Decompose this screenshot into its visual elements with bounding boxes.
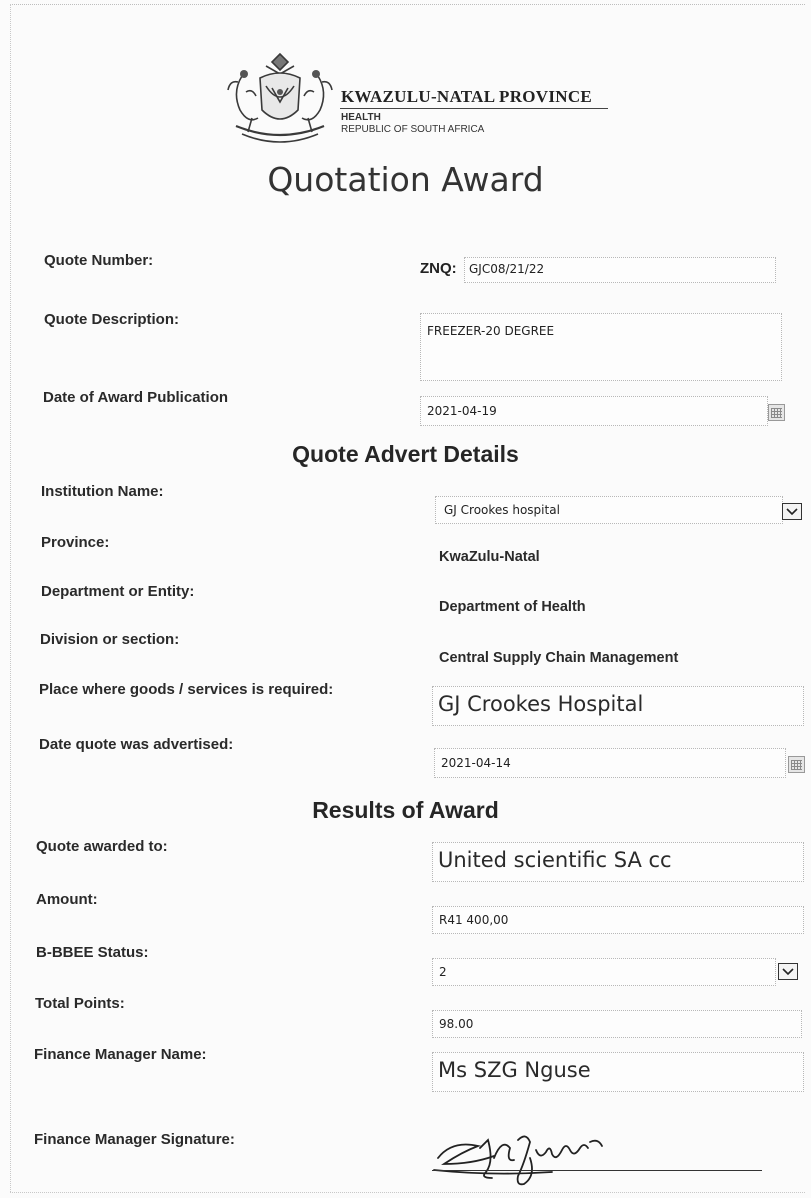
results-heading: Results of Award <box>312 797 499 823</box>
quotation-award-form: KWAZULU-NATAL PROVINCE HEALTH REPUBLIC O… <box>0 0 811 1198</box>
finance-manager-name-label: Finance Manager Name: <box>34 1046 207 1063</box>
award-date-label: Date of Award Publication <box>43 389 229 406</box>
chevron-down-icon <box>786 508 798 516</box>
coat-of-arms-icon <box>227 52 333 143</box>
department-label: Department or Entity: <box>41 583 195 600</box>
place-label: Place where goods / services is required… <box>39 681 334 698</box>
total-points-field[interactable]: 98.00 <box>432 1010 802 1038</box>
calendar-icon[interactable] <box>788 756 805 773</box>
bbbee-status-label: B-BBEE Status: <box>36 944 149 961</box>
bbbee-dropdown-button[interactable] <box>778 963 798 980</box>
calendar-icon[interactable] <box>768 404 785 421</box>
bbbee-status-select[interactable]: 2 <box>432 958 776 986</box>
awarded-to-field[interactable]: United scientific SA cc <box>432 842 804 882</box>
finance-manager-signature-label: Finance Manager Signature: <box>34 1131 235 1148</box>
signature-line <box>432 1170 762 1171</box>
award-date-field[interactable]: 2021-04-19 <box>420 396 768 426</box>
division-label: Division or section: <box>40 631 180 648</box>
quote-description-field[interactable]: FREEZER-20 DEGREE <box>420 313 782 381</box>
advertised-date-field[interactable]: 2021-04-14 <box>434 748 786 778</box>
signature-image <box>433 1135 603 1186</box>
finance-manager-name-field[interactable]: Ms SZG Nguse <box>432 1052 804 1092</box>
place-field[interactable]: GJ Crookes Hospital <box>432 686 804 726</box>
quote-number-field[interactable]: GJC08/21/22 <box>464 257 776 283</box>
header-divider <box>340 108 608 109</box>
institution-dropdown-button[interactable] <box>782 503 802 520</box>
page-border-bottom <box>10 1192 805 1193</box>
institution-select[interactable]: GJ Crookes hospital <box>435 496 783 524</box>
page-border-top <box>10 4 805 5</box>
advert-details-heading: Quote Advert Details <box>292 441 519 467</box>
province-label: Province: <box>41 534 110 551</box>
quote-number-prefix: ZNQ: <box>420 260 457 277</box>
total-points-label: Total Points: <box>35 995 125 1012</box>
amount-field[interactable]: R41 400,00 <box>432 906 804 934</box>
province-value: KwaZulu-Natal <box>439 549 540 565</box>
department-name: HEALTH <box>341 112 381 123</box>
chevron-down-icon <box>782 968 794 976</box>
page-title: Quotation Award <box>267 160 544 199</box>
country-name: REPUBLIC OF SOUTH AFRICA <box>341 124 485 135</box>
amount-label: Amount: <box>36 891 98 908</box>
advertised-date-label: Date quote was advertised: <box>39 736 234 753</box>
awarded-to-label: Quote awarded to: <box>36 838 168 855</box>
quote-number-label: Quote Number: <box>44 252 154 269</box>
department-value: Department of Health <box>439 599 586 615</box>
institution-label: Institution Name: <box>41 483 164 500</box>
quote-description-label: Quote Description: <box>44 311 180 328</box>
province-name: KWAZULU-NATAL PROVINCE <box>341 87 593 106</box>
division-value: Central Supply Chain Management <box>439 650 679 666</box>
